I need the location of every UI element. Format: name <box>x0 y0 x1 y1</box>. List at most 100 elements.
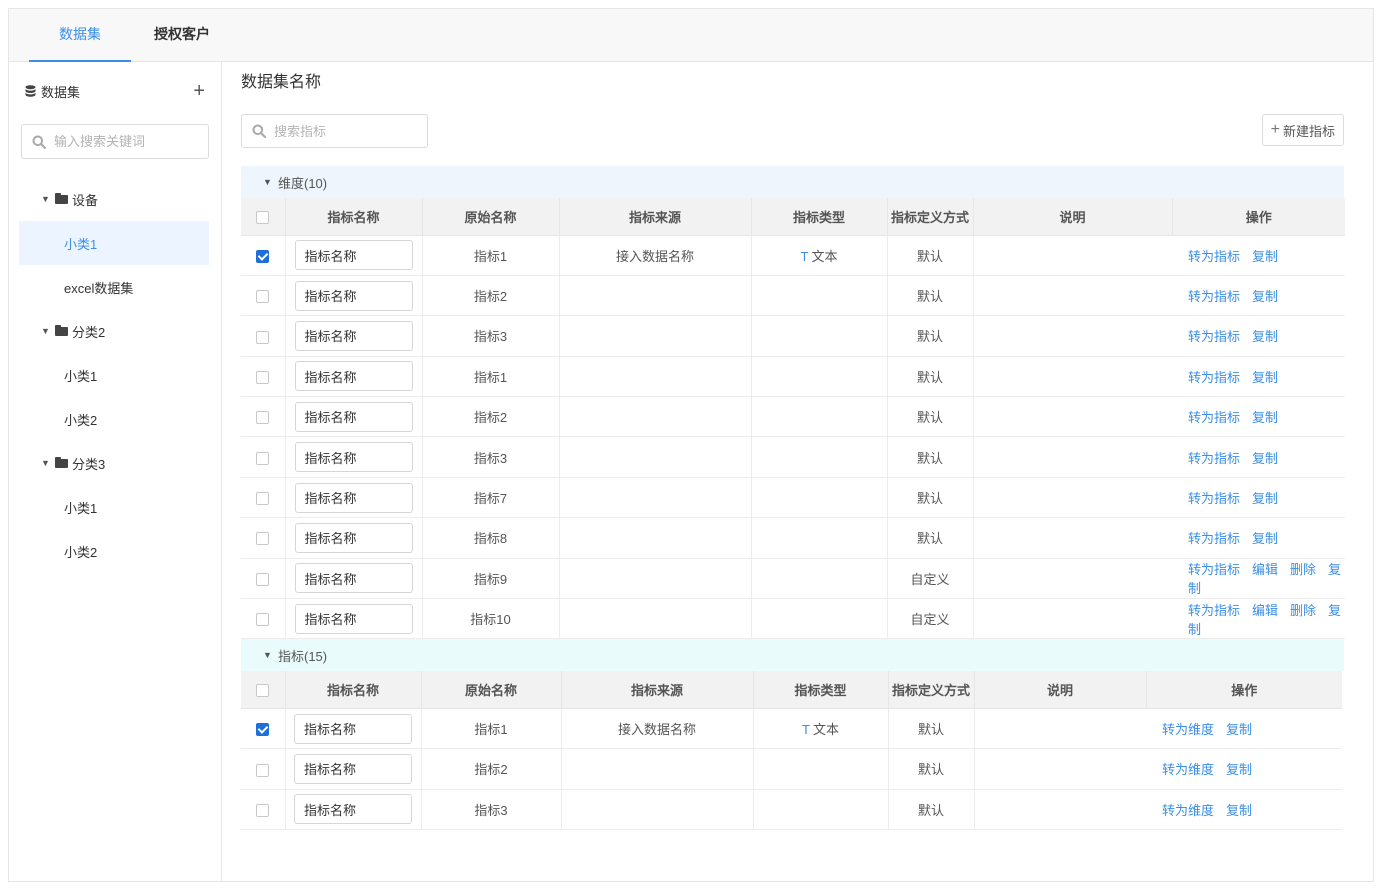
row-checkbox[interactable] <box>256 803 270 817</box>
action-link[interactable]: 复制 <box>1252 531 1278 546</box>
checkbox-cell <box>241 275 286 317</box>
row-checkbox[interactable] <box>256 451 270 465</box>
action-link[interactable]: 转为维度 <box>1162 722 1214 737</box>
metric-table: 指标名称原始名称指标来源指标类型指标定义方式说明操作 指标1接入数据名称T文本默… <box>241 671 1342 831</box>
sidebar-search-input[interactable] <box>54 134 204 149</box>
select-all-checkbox[interactable] <box>256 684 270 698</box>
metric-name-input[interactable] <box>294 522 413 553</box>
tab-dataset[interactable]: 数据集 <box>29 9 131 62</box>
metric-name-input[interactable] <box>294 280 413 311</box>
metric-name-input[interactable] <box>294 401 413 432</box>
action-link[interactable]: 转为指标 <box>1188 603 1240 618</box>
row-checkbox[interactable] <box>256 723 270 737</box>
metric-group-header[interactable]: ▼ 指标(15) <box>241 639 1344 672</box>
search-icon <box>32 135 46 149</box>
tree-folder[interactable]: ▼ 分类2 <box>9 309 221 353</box>
original-name-cell: 指标2 <box>422 275 560 317</box>
select-all-checkbox[interactable] <box>256 210 270 224</box>
tree-label: 分类2 <box>72 324 106 340</box>
tree-leaf[interactable]: 小类1 <box>9 485 221 529</box>
sidebar-search[interactable] <box>21 124 209 159</box>
row-checkbox[interactable] <box>256 370 270 384</box>
metric-name-input[interactable] <box>294 603 413 634</box>
type-cell <box>751 436 888 478</box>
action-link[interactable]: 复制 <box>1226 762 1252 777</box>
metric-name-input[interactable] <box>294 482 413 513</box>
row-checkbox[interactable] <box>256 290 270 304</box>
row-checkbox[interactable] <box>256 572 270 586</box>
table-row: 指标3 默认 转为指标复制 <box>241 315 1345 357</box>
action-link[interactable]: 复制 <box>1252 491 1278 506</box>
action-link[interactable]: 转为维度 <box>1162 803 1214 818</box>
tree-leaf[interactable]: excel数据集 <box>9 265 221 309</box>
action-link[interactable]: 转为指标 <box>1188 249 1240 264</box>
metric-search[interactable] <box>241 114 428 148</box>
metric-name-input[interactable] <box>294 240 413 271</box>
original-name-cell: 指标2 <box>422 396 560 438</box>
row-checkbox[interactable] <box>256 492 270 506</box>
tree-folder[interactable]: ▼ 设备 <box>9 177 221 221</box>
name-cell <box>285 708 422 750</box>
tree-leaf[interactable]: 小类1 <box>19 221 209 265</box>
metric-name-input[interactable] <box>294 713 412 744</box>
action-link[interactable]: 复制 <box>1252 410 1278 425</box>
action-link[interactable]: 编辑 <box>1252 603 1278 618</box>
action-link[interactable]: 删除 <box>1290 603 1316 618</box>
action-link[interactable]: 转为维度 <box>1162 762 1214 777</box>
define-cell: 默认 <box>887 275 974 317</box>
source-cell <box>561 789 754 831</box>
top-tabs: 数据集 授权客户 <box>9 9 1373 62</box>
checkbox-cell <box>241 315 286 357</box>
new-metric-button[interactable]: + 新建指标 <box>1261 114 1344 146</box>
tree-leaf[interactable]: 小类1 <box>9 353 221 397</box>
column-header: 指标定义方式 <box>888 671 975 709</box>
action-link[interactable]: 转为指标 <box>1188 329 1240 344</box>
action-link[interactable]: 编辑 <box>1252 562 1278 577</box>
actions-cell: 转为指标 复制 <box>1172 436 1345 478</box>
row-checkbox[interactable] <box>256 411 270 425</box>
metric-name-input[interactable] <box>294 442 413 473</box>
action-link[interactable]: 转为指标 <box>1188 370 1240 385</box>
add-dataset-button[interactable]: + <box>193 81 205 101</box>
metric-name-input[interactable] <box>294 563 413 594</box>
action-link[interactable]: 删除 <box>1290 562 1316 577</box>
metric-name-input[interactable] <box>294 753 412 784</box>
original-name-cell: 指标1 <box>421 708 562 750</box>
action-link[interactable]: 复制 <box>1226 722 1252 737</box>
name-cell <box>285 748 422 790</box>
metric-name-input[interactable] <box>294 794 412 825</box>
action-link[interactable]: 复制 <box>1252 289 1278 304</box>
dimension-group-header[interactable]: ▼ 维度(10) <box>241 166 1344 198</box>
action-link[interactable]: 转为指标 <box>1188 289 1240 304</box>
name-cell <box>285 396 423 438</box>
action-link[interactable]: 转为指标 <box>1188 410 1240 425</box>
new-metric-label: 新建指标 <box>1282 123 1335 139</box>
action-link[interactable]: 复制 <box>1252 370 1278 385</box>
action-link[interactable]: 转为指标 <box>1188 531 1240 546</box>
action-link[interactable]: 复制 <box>1226 803 1252 818</box>
row-checkbox[interactable] <box>256 763 270 777</box>
metric-name-input[interactable] <box>294 320 413 351</box>
tree-leaf[interactable]: 小类2 <box>9 529 221 573</box>
action-link[interactable]: 转为指标 <box>1188 562 1240 577</box>
row-checkbox[interactable] <box>256 532 270 546</box>
row-checkbox[interactable] <box>256 249 270 263</box>
action-link[interactable]: 复制 <box>1252 249 1278 264</box>
metric-search-input[interactable] <box>274 123 414 139</box>
tab-authorized-customers[interactable]: 授权客户 <box>131 9 233 61</box>
original-name-cell: 指标1 <box>422 356 560 398</box>
original-name-cell: 指标2 <box>421 748 562 790</box>
row-checkbox[interactable] <box>256 330 270 344</box>
name-cell <box>285 789 422 831</box>
metric-name-input[interactable] <box>294 361 413 392</box>
action-link[interactable]: 转为指标 <box>1188 451 1240 466</box>
row-checkbox[interactable] <box>256 613 270 627</box>
action-link[interactable]: 复制 <box>1252 451 1278 466</box>
define-cell: 默认 <box>887 436 974 478</box>
tree-folder[interactable]: ▼ 分类3 <box>9 441 221 485</box>
action-link[interactable]: 转为指标 <box>1188 491 1240 506</box>
action-link[interactable]: 复制 <box>1252 329 1278 344</box>
tree-leaf[interactable]: 小类2 <box>9 397 221 441</box>
caret-down-icon: ▼ <box>41 194 50 204</box>
actions-cell: 转为维度 复制 <box>1146 789 1342 831</box>
